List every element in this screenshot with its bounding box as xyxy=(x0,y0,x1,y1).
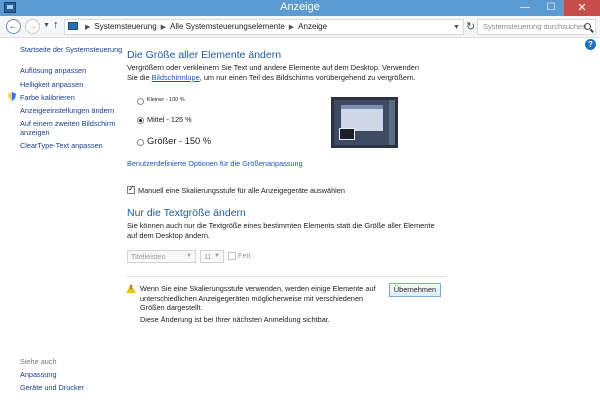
refresh-icon[interactable]: ↻ xyxy=(466,20,475,33)
maximize-button[interactable]: ☐ xyxy=(538,0,564,16)
warning-text: Wenn Sie eine Skalierungsstufe verwenden… xyxy=(140,284,376,312)
title-bar: Anzeige — ☐ ✕ xyxy=(0,0,600,16)
radio-larger[interactable] xyxy=(137,139,144,146)
recent-pages-dropdown-icon[interactable]: ▼ xyxy=(43,22,50,29)
help-icon[interactable]: ? xyxy=(585,39,596,50)
manual-scaling-checkbox[interactable] xyxy=(127,184,135,194)
element-select[interactable]: Titelleisten ▼ xyxy=(127,250,196,263)
see-also-label: Siehe auch xyxy=(20,357,57,366)
breadcrumb-separator-icon[interactable]: ▶ xyxy=(85,21,90,35)
address-dropdown-icon[interactable]: ▼ xyxy=(453,24,460,31)
radio-smaller-label[interactable]: Kleiner - 100 % xyxy=(147,97,185,103)
chevron-down-icon: ▼ xyxy=(186,253,192,259)
custom-scaling-link[interactable]: Benutzerdefinierte Optionen für die Größ… xyxy=(127,159,303,168)
warning-icon xyxy=(126,284,136,293)
breadcrumb-separator-icon[interactable]: ▶ xyxy=(161,21,166,35)
section-title-text-size: Nur die Textgröße ändern xyxy=(127,207,246,219)
font-size-select-value: 11 xyxy=(204,252,212,261)
breadcrumb-item-systemsteuerung[interactable]: Systemsteuerung xyxy=(94,22,156,31)
text-size-description: Sie können auch nur die Textgröße eines … xyxy=(127,221,435,240)
radio-larger-label[interactable]: Größer - 150 % xyxy=(147,136,211,146)
divider xyxy=(127,276,446,277)
page-description: Vergrößern oder verkleinern Sie Text und… xyxy=(127,63,427,82)
sidebar-item-brightness[interactable]: Helligkeit anpassen xyxy=(20,80,83,89)
control-panel-icon xyxy=(68,21,78,30)
close-button[interactable]: ✕ xyxy=(564,0,600,16)
search-input[interactable]: Systemsteuerung durchsuchen xyxy=(477,19,596,35)
page-title: Die Größe aller Elemente ändern xyxy=(127,49,282,61)
breadcrumb-item-anzeige[interactable]: Anzeige xyxy=(298,22,327,31)
shield-icon xyxy=(8,92,16,101)
forward-arrow-icon[interactable]: → xyxy=(25,19,40,34)
sidebar-item-second-screen[interactable]: Auf einem zweiten Bildschirm anzeigen xyxy=(20,119,120,137)
magnifier-link[interactable]: Bildschirmlupe xyxy=(152,73,200,82)
sidebar-item-personalization[interactable]: Anpassung xyxy=(20,370,57,379)
chevron-down-icon: ▼ xyxy=(214,253,220,259)
minimize-button[interactable]: — xyxy=(512,0,538,16)
apply-button[interactable]: Übernehmen xyxy=(389,283,441,297)
manual-scaling-label[interactable]: Manuell eine Skalierungsstufe für alle A… xyxy=(138,186,345,195)
description-text-end: , um nur einen Teil des Bildschirms vorü… xyxy=(199,72,416,82)
breadcrumb[interactable]: ▶ Systemsteuerung ▶ Alle Systemsteuerungsel… xyxy=(64,19,464,35)
scaling-preview-image xyxy=(331,97,398,148)
back-arrow-icon[interactable]: ← xyxy=(6,19,21,34)
address-bar: ← → ▼ ↑ ▶ Systemsteuerung ▶ Alle Systemsteu… xyxy=(0,16,600,38)
info-text: Diese Änderung ist bei Ihrer nächsten An… xyxy=(140,315,330,324)
sidebar-item-devices-printers[interactable]: Geräte und Drucker xyxy=(20,383,84,392)
bold-checkbox[interactable] xyxy=(228,252,236,260)
sidebar-item-display-settings[interactable]: Anzeigeeinstellungen ändern xyxy=(20,106,114,115)
window-title: Anzeige xyxy=(280,1,320,13)
sidebar-item-cleartype[interactable]: ClearType-Text anpassen xyxy=(20,141,103,150)
sidebar-item-calibrate-color[interactable]: Farbe kalibrieren xyxy=(20,93,75,102)
radio-smaller[interactable] xyxy=(137,98,144,105)
up-arrow-icon[interactable]: ↑ xyxy=(53,19,59,31)
bold-label[interactable]: Fett xyxy=(238,251,251,260)
breadcrumb-item-alle-elemente[interactable]: Alle Systemsteuerungselemente xyxy=(170,22,285,31)
radio-medium-label[interactable]: Mittel - 125 % xyxy=(147,115,192,124)
search-icon[interactable] xyxy=(584,23,591,30)
search-placeholder: Systemsteuerung durchsuchen xyxy=(483,22,587,31)
breadcrumb-separator-icon[interactable]: ▶ xyxy=(289,21,294,35)
font-size-select[interactable]: 11 ▼ xyxy=(200,250,224,263)
sidebar-item-resolution[interactable]: Auflösung anpassen xyxy=(20,66,86,75)
element-select-value: Titelleisten xyxy=(131,252,166,261)
sidebar-item-home[interactable]: Startseite der Systemsteuerung xyxy=(20,45,122,54)
radio-medium[interactable] xyxy=(137,117,144,124)
